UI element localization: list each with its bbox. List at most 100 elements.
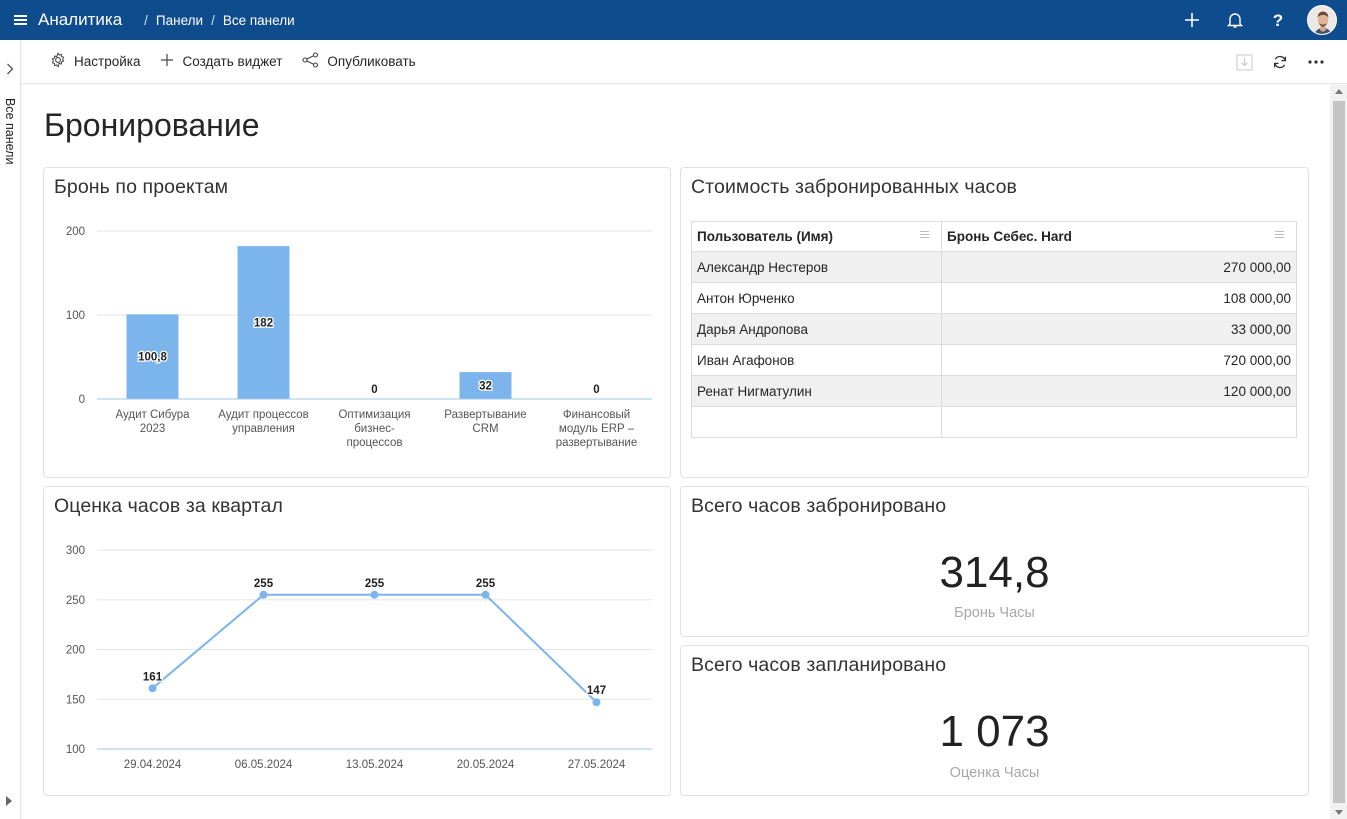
more-icon[interactable]: [1305, 51, 1327, 73]
gear-icon: [50, 52, 66, 71]
rail-label-all-panels[interactable]: Все панели: [3, 98, 17, 164]
breadcrumb-item-all-panels[interactable]: Все панели: [223, 13, 295, 28]
data-point: [481, 590, 490, 599]
y-tick-label: 250: [66, 595, 85, 607]
bar-chart: 0 100 200 100,8 Аудит Сибура 2023 182 Аудит про…: [66, 226, 652, 449]
table-cell-user: Иван Агафонов: [691, 344, 942, 376]
page-title: Бронирование: [44, 107, 260, 143]
x-tick-label: развертывание: [556, 437, 638, 449]
data-point: [148, 684, 157, 693]
vertical-scrollbar[interactable]: [1330, 85, 1347, 819]
widget-bookings-by-project[interactable]: Бронь по проектам 0 100 200 100,8 Аудит Сибу…: [43, 167, 671, 478]
data-label: 255: [476, 578, 496, 590]
avatar[interactable]: [1307, 5, 1337, 35]
x-tick-label: бизнес-: [354, 423, 395, 435]
hamburger-menu-icon[interactable]: [0, 0, 40, 40]
line-chart: 100 150 200 250 300 161 29.04.2024 255 06.05.202…: [66, 545, 652, 771]
table-cell-empty: [691, 406, 942, 438]
column-menu-icon[interactable]: [1275, 231, 1284, 232]
widget-total-planned[interactable]: Всего часов запланировано 1 073 Оценка Ч…: [680, 645, 1309, 796]
x-tick-label: 29.04.2024: [124, 759, 182, 771]
x-tick-label: Развертывание: [444, 409, 526, 421]
top-actions: ?: [1170, 0, 1347, 40]
table-cell-empty: [941, 406, 1297, 438]
publish-label: Опубликовать: [327, 54, 416, 69]
table-cell-cost: 33 000,00: [941, 313, 1297, 345]
x-tick-label: 13.05.2024: [346, 759, 404, 771]
table-cell-user: Антон Юрченко: [691, 282, 942, 314]
y-tick-label: 200: [66, 645, 85, 657]
table-cell-cost: 108 000,00: [941, 282, 1297, 314]
settings-button[interactable]: Настройка: [40, 40, 150, 84]
plus-icon: [160, 53, 174, 70]
table-row[interactable]: Александр Нестеров 270 000,00: [691, 251, 1297, 283]
y-tick-label: 300: [66, 545, 85, 557]
table-cell-user: Александр Нестеров: [691, 251, 942, 283]
booked-cost-table: Пользователь (Имя) Бронь Себес. Hard Але…: [691, 221, 1297, 438]
kpi-label: Бронь Часы: [954, 605, 1035, 621]
create-widget-label: Создать виджет: [182, 54, 283, 69]
widget-title: Всего часов забронировано: [691, 495, 947, 517]
command-bar-right: [1233, 40, 1327, 84]
svg-text:?: ?: [1272, 11, 1282, 29]
plus-icon[interactable]: [1170, 0, 1213, 40]
column-header-label: Бронь Себес. Hard: [947, 229, 1072, 244]
x-tick-label: 06.05.2024: [235, 759, 293, 771]
dashboard-canvas: Бронирование Бронь по проектам 0 100 200 10…: [22, 85, 1330, 819]
scroll-down-arrow-icon[interactable]: [1335, 810, 1343, 815]
x-tick-label: модуль ERP –: [559, 423, 635, 435]
y-tick-label: 100: [66, 744, 85, 756]
table-cell-cost: 720 000,00: [941, 344, 1297, 376]
scroll-up-arrow-icon[interactable]: [1335, 89, 1343, 94]
y-tick-label: 0: [79, 394, 85, 406]
x-tick-label: Аудит процессов: [218, 409, 309, 421]
table-header-row: Пользователь (Имя) Бронь Себес. Hard: [691, 221, 1297, 252]
table-row[interactable]: Иван Агафонов 720 000,00: [691, 344, 1297, 376]
column-header-cost[interactable]: Бронь Себес. Hard: [941, 221, 1297, 252]
table-cell-user: Ренат Нигматулин: [691, 375, 942, 407]
refresh-icon[interactable]: [1269, 51, 1291, 73]
scrollbar-thumb[interactable]: [1333, 101, 1345, 803]
data-point: [370, 590, 379, 599]
data-label: 255: [254, 578, 274, 590]
data-point: [259, 590, 268, 599]
data-label: 0: [593, 384, 599, 396]
create-widget-button[interactable]: Создать виджет: [150, 40, 292, 84]
chevron-right-icon[interactable]: [3, 62, 17, 76]
widget-total-booked[interactable]: Всего часов забронировано 314,8 Бронь Ча…: [680, 486, 1309, 637]
breadcrumb-item-panels[interactable]: Панели: [156, 13, 203, 28]
table-row[interactable]: Ренат Нигматулин 120 000,00: [691, 375, 1297, 407]
breadcrumb: / Панели / Все панели: [144, 13, 294, 28]
widget-quarter-estimate[interactable]: Оценка часов за квартал 100 150 200 250 300 1…: [43, 486, 671, 796]
x-tick-label: Оптимизация: [338, 409, 410, 421]
kpi-label: Оценка Часы: [949, 765, 1040, 781]
column-menu-icon[interactable]: [920, 231, 929, 232]
widget-booked-cost[interactable]: Стоимость забронированных часов Пользова…: [680, 167, 1309, 478]
x-tick-label: 2023: [140, 423, 166, 435]
table-row[interactable]: Дарья Андропова 33 000,00: [691, 313, 1297, 345]
command-bar: Настройка Создать виджет Опубликовать: [22, 40, 1347, 84]
data-label: 161: [143, 671, 163, 683]
table-row-empty: [691, 406, 1297, 438]
series-line: [151, 593, 598, 703]
help-icon[interactable]: ?: [1256, 0, 1299, 40]
left-rail: Все панели: [0, 40, 21, 819]
y-tick-label: 100: [66, 310, 85, 322]
x-tick-label: 27.05.2024: [568, 759, 626, 771]
data-label: 100,8: [138, 352, 167, 364]
y-tick-label: 200: [66, 226, 85, 238]
table-cell-cost: 270 000,00: [941, 251, 1297, 283]
column-header-user[interactable]: Пользователь (Имя): [691, 221, 942, 252]
publish-button[interactable]: Опубликовать: [292, 40, 425, 84]
data-label: 32: [479, 381, 492, 393]
widget-title: Всего часов запланировано: [691, 654, 947, 676]
download-icon[interactable]: [1233, 51, 1255, 73]
bell-icon[interactable]: [1213, 0, 1256, 40]
caret-right-icon[interactable]: [5, 793, 13, 811]
app-title[interactable]: Аналитика: [38, 10, 122, 30]
table-row[interactable]: Антон Юрченко 108 000,00: [691, 282, 1297, 314]
x-tick-label: CRM: [472, 423, 498, 435]
x-tick-label: Финансовый: [563, 409, 630, 421]
data-label: 147: [587, 685, 606, 697]
settings-label: Настройка: [74, 54, 141, 69]
